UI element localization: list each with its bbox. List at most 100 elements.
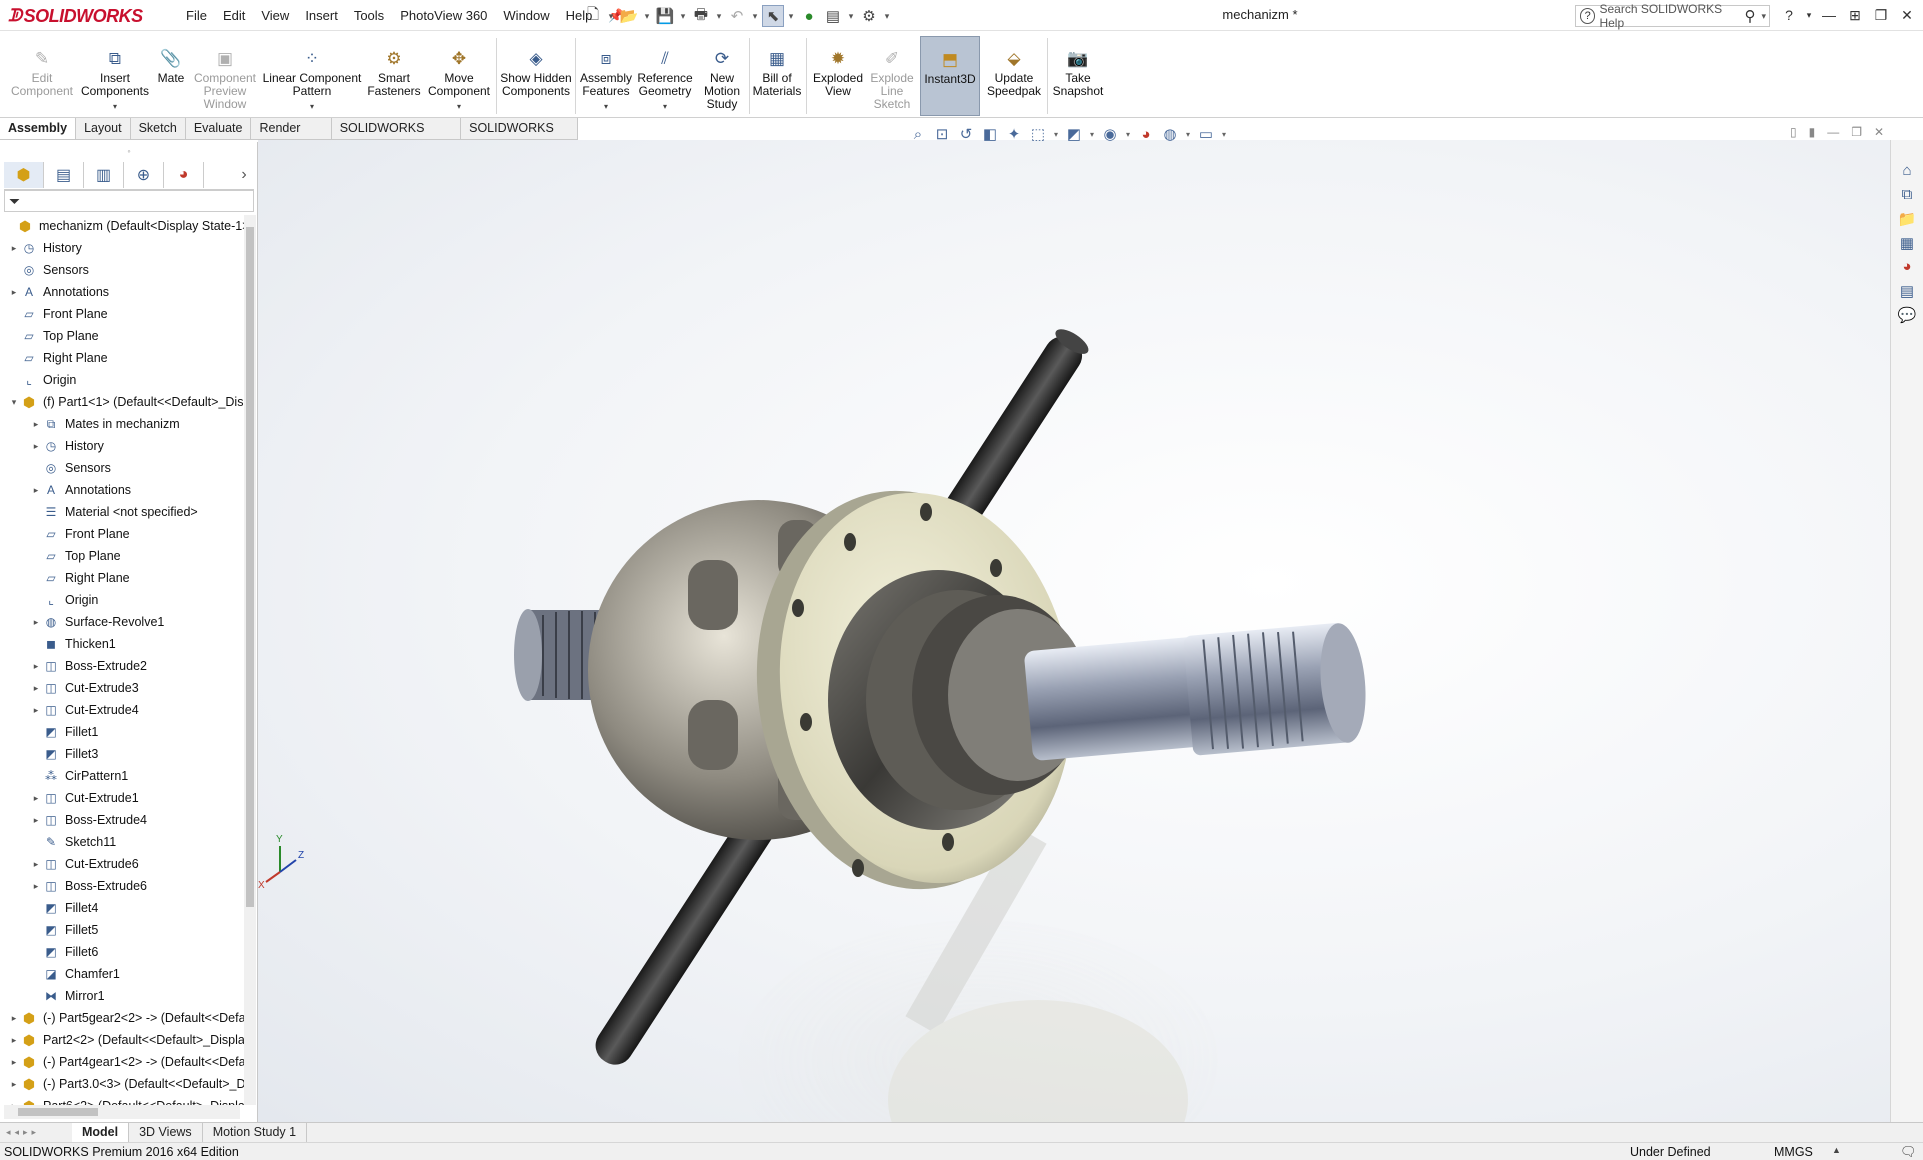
view-orientation-dropdown-icon[interactable]: ▾ <box>1052 130 1060 139</box>
tree-vertical-scrollbar[interactable] <box>244 215 256 1105</box>
configuration-manager-tab-icon[interactable]: ▥ <box>84 161 124 188</box>
custom-properties-icon[interactable]: ▤ <box>1896 282 1918 302</box>
tree-item[interactable]: ▸ ◫ Boss-Extrude4 <box>0 809 244 831</box>
tree-item[interactable]: ▱ Front Plane <box>0 523 244 545</box>
chevron-right-icon[interactable]: › <box>234 162 254 188</box>
scene-dropdown-icon[interactable]: ▾ <box>1184 130 1192 139</box>
tree-item[interactable]: ▱ Top Plane <box>0 545 244 567</box>
expand-arrow-icon[interactable]: ▸ <box>30 683 42 694</box>
smart-fasteners-button[interactable]: ⚙ Smart Fasteners <box>366 46 422 116</box>
tree-item[interactable]: ▱ Front Plane <box>0 303 244 325</box>
viewport-close-icon[interactable]: ✕ <box>1874 125 1884 139</box>
linear-pattern-dropdown-icon[interactable]: ▾ <box>310 100 314 113</box>
tree-item[interactable]: ▸⬢ Part2<2> (Default<<Default>_Display St… <box>0 1029 244 1051</box>
tab-model[interactable]: Model <box>72 1123 130 1142</box>
tab-evaluate[interactable]: Evaluate <box>186 118 252 139</box>
save-icon[interactable]: 💾 <box>654 5 676 27</box>
tree-item[interactable]: ▸⬢ (-) Part3.0<3> (Default<<Default>_Disp… <box>0 1073 244 1095</box>
reference-geometry-button[interactable]: ⫽ Reference Geometry ▾ <box>636 46 694 116</box>
tree-item[interactable]: ▸⬢ (-) Part4gear1<2> -> (Default<<Default… <box>0 1051 244 1073</box>
tree-item[interactable]: ◩ Fillet6 <box>0 941 244 963</box>
viewport-minimize-icon[interactable]: — <box>1827 125 1839 139</box>
tree-item[interactable]: ▸ ◫ Cut-Extrude1 <box>0 787 244 809</box>
apply-scene-icon[interactable]: ◍ <box>1160 125 1180 143</box>
expand-arrow-icon[interactable]: ▸ <box>30 485 42 496</box>
restore-icon[interactable]: ❐ <box>1870 7 1892 24</box>
display-style-dropdown-icon[interactable]: ▾ <box>1088 130 1096 139</box>
forum-icon[interactable]: 💬 <box>1896 306 1918 326</box>
filter-funnel-icon[interactable]: ⏷ <box>9 193 20 210</box>
menu-tools[interactable]: Tools <box>346 8 392 23</box>
help-dropdown-icon[interactable]: ▾ <box>1804 10 1814 21</box>
tree-item[interactable]: ◪ Chamfer1 <box>0 963 244 985</box>
mate-button[interactable]: 📎 Mate <box>154 46 188 116</box>
file-explorer-icon[interactable]: 📁 <box>1896 210 1918 230</box>
expand-arrow-icon[interactable]: ▸ <box>30 793 42 804</box>
menu-window[interactable]: Window <box>495 8 557 23</box>
tree-item[interactable]: ⬢ mechanizm (Default<Display State-1>) <box>0 215 244 237</box>
expand-arrow-icon[interactable]: ▸ <box>8 1079 20 1090</box>
feature-manager-tab-icon[interactable]: ⬢ <box>4 161 44 188</box>
bill-of-materials-button[interactable]: ▦ Bill of Materials <box>752 46 802 116</box>
tree-item[interactable]: ◩ Fillet1 <box>0 721 244 743</box>
menu-photoview[interactable]: PhotoView 360 <box>392 8 495 23</box>
menu-edit[interactable]: Edit <box>215 8 253 23</box>
tree-item[interactable]: ▸ ◫ Boss-Extrude6 <box>0 875 244 897</box>
tree-item[interactable]: ◎ Sensors <box>0 457 244 479</box>
dynamic-annotation-icon[interactable]: ✦ <box>1004 125 1024 143</box>
search-box[interactable]: ? Search SOLIDWORKS Help ⚲ ▾ <box>1575 2 1770 30</box>
tree-item[interactable]: ⌞ Origin <box>0 369 244 391</box>
tree-horizontal-scrollbar[interactable] <box>4 1105 240 1119</box>
tree-item[interactable]: ✎ Sketch11 <box>0 831 244 853</box>
property-manager-tab-icon[interactable]: ▤ <box>44 161 84 188</box>
tree-item[interactable]: ▸ ⧉ Mates in mechanizm <box>0 413 244 435</box>
tab-motion-study[interactable]: Motion Study 1 <box>203 1123 308 1142</box>
menu-file[interactable]: File <box>178 8 215 23</box>
tree-item[interactable]: ▸ ◫ Cut-Extrude6 <box>0 853 244 875</box>
expand-arrow-icon[interactable]: ▸ <box>8 243 20 254</box>
insert-components-dropdown-icon[interactable]: ▾ <box>113 100 117 113</box>
search-icon[interactable]: ⚲ <box>1744 7 1755 25</box>
previous-view-icon[interactable]: ↺ <box>956 125 976 143</box>
tree-item[interactable]: ◎ Sensors <box>0 259 244 281</box>
units-dropdown-icon[interactable]: ▲ <box>1832 1145 1841 1155</box>
view-palette-icon[interactable]: ▦ <box>1896 234 1918 254</box>
zoom-to-area-icon[interactable]: ⊡ <box>932 125 952 143</box>
expand-arrow-icon[interactable]: ▸ <box>30 881 42 892</box>
tree-item[interactable]: ▸ A Annotations <box>0 281 244 303</box>
menu-insert[interactable]: Insert <box>297 8 346 23</box>
undo-dropdown-icon[interactable]: ▾ <box>750 5 760 27</box>
solidworks-logo[interactable]: ᗫ SOLIDWORKS <box>8 2 158 30</box>
tab-navigation-arrows-icon[interactable]: ◂◂▸▸ <box>0 1127 72 1138</box>
tree-item[interactable]: ▸ ◍ Surface-Revolve1 <box>0 611 244 633</box>
tab-3d-views[interactable]: 3D Views <box>129 1123 203 1142</box>
unit-system[interactable]: MMGS <box>1774 1145 1813 1159</box>
file-properties-icon[interactable]: ▤ <box>822 5 844 27</box>
zoom-to-fit-icon[interactable]: ⌕ <box>908 126 928 143</box>
expand-arrow-icon[interactable]: ▸ <box>30 815 42 826</box>
comment-icon[interactable]: 🗨 <box>1900 1144 1917 1160</box>
expand-arrow-icon[interactable]: ▸ <box>8 1035 20 1046</box>
expand-arrow-icon[interactable]: ▸ <box>30 859 42 870</box>
view-orientation-icon[interactable]: ⬚ <box>1028 125 1048 143</box>
tree-item[interactable]: ◼ Thicken1 <box>0 633 244 655</box>
dimxpert-manager-tab-icon[interactable]: ⊕ <box>124 161 164 188</box>
tree-item[interactable]: ▸ ◫ Boss-Extrude2 <box>0 655 244 677</box>
expand-arrow-icon[interactable]: ▸ <box>8 287 20 298</box>
section-view-icon[interactable]: ◧ <box>980 125 1000 143</box>
viewport-tile-right-icon[interactable]: ▮ <box>1809 125 1816 139</box>
select-arrow-icon[interactable]: ⬉ <box>762 5 784 27</box>
display-manager-tab-icon[interactable]: ◕ <box>164 161 204 188</box>
expand-arrow-open-icon[interactable]: ▾ <box>8 397 20 408</box>
search-dropdown-icon[interactable]: ▾ <box>1761 11 1766 22</box>
select-dropdown-icon[interactable]: ▾ <box>786 5 796 27</box>
tree-item[interactable]: ▸⬢ (-) Part5gear2<2> -> (Default<<Default… <box>0 1007 244 1029</box>
exploded-view-button[interactable]: ✹ Exploded View <box>810 46 866 116</box>
expand-arrow-icon[interactable]: ▸ <box>30 441 42 452</box>
open-folder-icon[interactable]: 📂 <box>618 5 640 27</box>
appearances-icon[interactable]: ◕ <box>1896 258 1918 278</box>
hide-show-dropdown-icon[interactable]: ▾ <box>1124 130 1132 139</box>
tree-item[interactable]: ▸ ◫ Cut-Extrude4 <box>0 699 244 721</box>
help-icon[interactable]: ? <box>1778 7 1800 23</box>
tree-item[interactable]: ▸ A Annotations <box>0 479 244 501</box>
